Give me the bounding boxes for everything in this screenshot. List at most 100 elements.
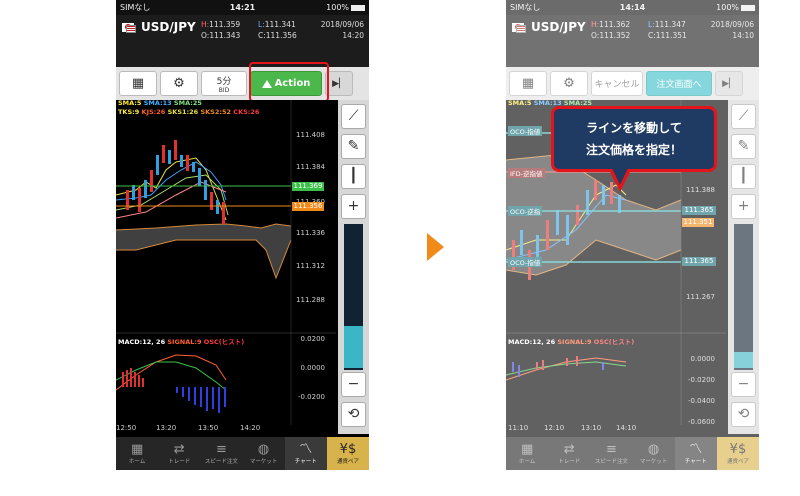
tab-market[interactable]: ◍ マーケット xyxy=(243,437,285,470)
settings-button[interactable]: ⚙ xyxy=(550,71,588,96)
exchange-icon: ⇄ xyxy=(173,441,185,457)
sma-legend: SMA:5 SMA:13 SMA:25 xyxy=(118,99,202,107)
candle-type-button[interactable]: ┃ xyxy=(731,164,756,189)
phone-screen-before: SIMなし 14:21 100% USD/JPY H:111.359 O:111… xyxy=(116,0,369,470)
zoom-in-button[interactable]: + xyxy=(731,194,756,219)
trendline-tool-button[interactable]: ⟋ xyxy=(731,104,756,129)
chart-toolbar: ▦ ⚙ 5分 BID Action ▶▏ xyxy=(116,67,369,100)
us-flag-icon xyxy=(126,25,136,33)
tab-speed-order[interactable]: ≡ スピード注文 xyxy=(200,437,242,470)
callout-line-1: ラインを移動して xyxy=(586,121,682,135)
time-axis: 11:10 12:10 13:10 14:10 xyxy=(506,424,716,435)
interval-button[interactable]: 5分 BID xyxy=(201,71,247,96)
tab-home[interactable]: ▦ ホーム xyxy=(506,437,548,470)
time-label: 12:10 xyxy=(544,424,565,432)
layout-button[interactable]: ▦ xyxy=(509,71,547,96)
tab-chart[interactable]: 〽チャート xyxy=(674,437,717,470)
price-label: 111.336 xyxy=(296,229,325,237)
time-label: 14:20 xyxy=(240,424,261,432)
battery-label: 100% xyxy=(326,3,350,12)
candlesticks xyxy=(126,140,225,224)
zoom-out-button[interactable]: − xyxy=(731,372,756,397)
time-label: 13:20 xyxy=(156,424,177,432)
open-price: O:111.352 xyxy=(591,31,631,40)
layout-button[interactable]: ▦ xyxy=(119,71,157,96)
zoom-slider[interactable] xyxy=(734,224,753,370)
zoom-slider[interactable] xyxy=(344,224,363,370)
chart-time: 14:20 xyxy=(342,31,364,40)
macd-axis-label: 0.0000 xyxy=(300,364,326,372)
time-label: 11:10 xyxy=(508,424,529,432)
tab-trade[interactable]: ⇄ トレード xyxy=(158,437,200,470)
zoom-in-button[interactable]: + xyxy=(341,194,366,219)
current-price-tag: 111.369 xyxy=(292,182,324,191)
bid-price-tag: 111.351 xyxy=(682,218,714,227)
ifd-stop-label[interactable]: IFD-逆指値 xyxy=(508,168,545,178)
callout-tail-inner xyxy=(612,168,628,185)
chart-toolbar: ▦ ⚙ キャンセル 注文画面へ ▶▏ xyxy=(506,67,759,100)
tab-speed-order[interactable]: ≡ スピード注文 xyxy=(590,437,632,470)
instruction-callout: ラインを移動して 注文価格を指定！ xyxy=(551,106,717,172)
carrier-label: SIMなし xyxy=(510,3,541,12)
ichimoku-legend: TKS:9 KJS:26 SKS1:26 SKS2:52 CKS:26 xyxy=(118,108,260,116)
close-price: C:111.351 xyxy=(648,31,687,40)
pencil-icon: ✎ xyxy=(347,138,360,154)
globe-icon: ◍ xyxy=(257,441,270,457)
draw-tool-button[interactable]: ✎ xyxy=(341,134,366,159)
high-price: H:111.362 xyxy=(591,20,631,29)
oco-price-tag: 111.365 xyxy=(682,206,716,215)
candle-type-button[interactable]: ┃ xyxy=(341,164,366,189)
time-label: 14:10 xyxy=(616,424,637,432)
carrier-label: SIMなし xyxy=(120,3,151,12)
price-label: 111.388 xyxy=(686,186,715,194)
rotate-screen-button[interactable]: ⟲ xyxy=(731,402,756,427)
chart-icon: 〽 xyxy=(299,441,313,457)
draw-tool-button[interactable]: ✎ xyxy=(731,134,756,159)
tab-trade[interactable]: ⇄ トレード xyxy=(548,437,590,470)
price-label: 111.267 xyxy=(686,293,715,301)
tab-home[interactable]: ▦ ホーム xyxy=(116,437,158,470)
cancel-button[interactable]: キャンセル xyxy=(591,71,643,96)
play-next-button[interactable]: ▶▏ xyxy=(715,71,743,96)
currency-pair-header[interactable]: USD/JPY H:111.359 O:111.343 L:111.341 C:… xyxy=(116,15,369,67)
tab-market[interactable]: ◍ マーケット xyxy=(633,437,675,470)
oco-limit-label[interactable]: OCO-指値 xyxy=(508,257,543,267)
battery-label: 100% xyxy=(716,3,740,12)
zoom-out-button[interactable]: − xyxy=(341,372,366,397)
low-price: L:111.347 xyxy=(648,20,686,29)
trendline-tool-button[interactable]: ⟋ xyxy=(341,104,366,129)
tab-currency-pair[interactable]: ¥$ 通貨ペア xyxy=(716,437,759,470)
currency-pair-header[interactable]: USD/JPY H:111.362 O:111.352 L:111.347 C:… xyxy=(506,15,759,67)
phone-screen-after: SIMなし 14:14 100% USD/JPY H:111.362 O:111… xyxy=(506,0,759,470)
speed-icon: ≡ xyxy=(215,441,227,457)
play-next-icon: ▶▏ xyxy=(722,78,736,89)
interval-label: 5分 xyxy=(216,76,232,87)
price-label: 111.408 xyxy=(296,131,325,139)
pair-label: USD/JPY xyxy=(531,20,586,34)
callout-line-2: 注文価格を指定！ xyxy=(585,143,682,157)
status-bar: SIMなし 14:14 100% xyxy=(506,0,759,15)
oco-stop-label[interactable]: OCO-逆指 xyxy=(508,206,543,216)
price-label: 111.288 xyxy=(296,296,325,304)
next-step-arrow xyxy=(427,233,444,261)
tab-chart[interactable]: 〽チャート xyxy=(284,437,327,470)
macd-histogram xyxy=(122,368,226,413)
bid-price-tag: 111.356 xyxy=(292,202,324,211)
macd-axis-label: 0.0200 xyxy=(300,335,326,343)
grid-icon: ▦ xyxy=(131,76,145,91)
play-next-button[interactable]: ▶▏ xyxy=(325,71,353,96)
rotate-screen-button[interactable]: ⟲ xyxy=(341,402,366,427)
tab-currency-pair[interactable]: ¥$ 通貨ペア xyxy=(326,437,369,470)
zoom-slider-thumb[interactable] xyxy=(734,352,753,368)
grid-icon: ▦ xyxy=(130,441,144,457)
oco-limit-label[interactable]: OCO-指値 xyxy=(508,126,543,136)
chart-time: 14:10 xyxy=(732,31,754,40)
candlestick-icon: ┃ xyxy=(739,168,748,184)
play-next-icon: ▶▏ xyxy=(332,78,346,89)
status-bar: SIMなし 14:21 100% xyxy=(116,0,369,15)
order-screen-button[interactable]: 注文画面へ xyxy=(646,71,712,96)
candlestick-icon: ┃ xyxy=(349,168,358,184)
zoom-slider-thumb[interactable] xyxy=(344,326,363,368)
macd-axis-label: -0.0200 xyxy=(687,376,715,384)
settings-button[interactable]: ⚙ xyxy=(160,71,198,96)
